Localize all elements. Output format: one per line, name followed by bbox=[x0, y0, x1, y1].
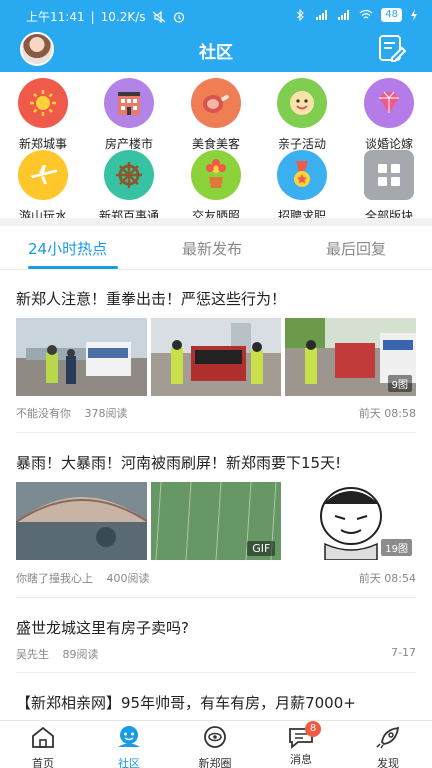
message-count-badge: 8 bbox=[305, 721, 321, 737]
airplane-icon bbox=[18, 150, 68, 200]
message-icon-wrap: 8 bbox=[287, 721, 321, 749]
post-image[interactable]: 19图 bbox=[285, 482, 417, 560]
category-item[interactable]: 新郑百事通 bbox=[86, 150, 172, 224]
tab-last-reply[interactable]: 最后回复 bbox=[326, 238, 386, 259]
post-meta: 不能没有你 378阅读 前天 08:58 bbox=[16, 405, 416, 421]
building-icon bbox=[104, 78, 154, 128]
medal-icon bbox=[277, 150, 327, 200]
tab-hot-24h[interactable]: 24小时热点 bbox=[28, 238, 107, 259]
signal-icon bbox=[316, 10, 328, 20]
tab-indicator bbox=[28, 266, 118, 269]
mute-icon bbox=[152, 10, 165, 23]
nav-label: 消息 bbox=[290, 753, 312, 766]
nav-community[interactable]: 社区 bbox=[99, 725, 159, 768]
status-time: 上午11:41 bbox=[26, 10, 85, 24]
post-time: 前天 08:54 bbox=[358, 572, 416, 585]
nav-label: 发现 bbox=[377, 757, 399, 768]
post-reads: 378阅读 bbox=[84, 407, 128, 420]
signal-2-icon bbox=[338, 10, 350, 20]
post-title[interactable]: 暴雨！大暴雨！河南被雨刷屏！新郑雨要下15天! bbox=[16, 452, 341, 473]
post-divider bbox=[16, 597, 416, 598]
bottom-nav: 首页 社区 新郑圈 8 消息 发现 bbox=[0, 720, 432, 768]
status-bar: 上午11:41 | 10.2K/s 48 bbox=[0, 0, 432, 30]
nav-label: 首页 bbox=[32, 757, 54, 768]
community-icon bbox=[118, 726, 140, 747]
tab-bar: 24小时热点 最新发布 最后回复 bbox=[0, 226, 432, 270]
baby-face-icon bbox=[277, 78, 327, 128]
post-image[interactable]: GIF bbox=[150, 482, 282, 560]
post-reads: 400阅读 bbox=[106, 572, 150, 585]
category-item[interactable]: 亲子活动 bbox=[259, 78, 345, 152]
category-item[interactable]: 美食美客 bbox=[173, 78, 259, 152]
post-title[interactable]: 新郑人注意！重拳出击！严惩这些行为！ bbox=[16, 288, 286, 309]
sun-icon bbox=[18, 78, 68, 128]
category-item[interactable]: 交友晒照 bbox=[173, 150, 259, 224]
charging-icon bbox=[411, 9, 417, 21]
post-thumbnails[interactable]: GIF 19图 bbox=[16, 482, 417, 560]
nav-label: 新郑圈 bbox=[198, 757, 232, 768]
flower-pot-icon bbox=[191, 150, 241, 200]
post-divider bbox=[16, 432, 416, 433]
header: 社区 bbox=[0, 28, 432, 72]
ship-wheel-icon bbox=[104, 150, 154, 200]
compose-icon[interactable] bbox=[378, 34, 406, 64]
nav-discover[interactable]: 发现 bbox=[358, 725, 418, 768]
circle-icon bbox=[204, 726, 226, 748]
category-item[interactable]: 房产楼市 bbox=[86, 78, 172, 152]
post-divider bbox=[16, 672, 416, 673]
alarm-icon bbox=[173, 11, 184, 23]
post-author: 不能没有你 bbox=[16, 407, 71, 420]
category-item[interactable]: 新郑城事 bbox=[0, 78, 86, 152]
category-item[interactable]: 游山玩水 bbox=[0, 150, 86, 224]
post-reads: 89阅读 bbox=[62, 648, 99, 661]
image-count-badge: 9图 bbox=[387, 375, 413, 392]
network-speed: 10.2K/s bbox=[100, 9, 146, 24]
nav-home[interactable]: 首页 bbox=[13, 725, 73, 768]
post-author: 吴先生 bbox=[16, 648, 49, 661]
post-image[interactable]: 9图 bbox=[285, 318, 417, 396]
wifi-icon bbox=[359, 9, 373, 19]
post-meta: 你瞎了撞我心上 400阅读 前天 08:54 bbox=[16, 570, 416, 586]
post-title[interactable]: 盛世龙城这里有房子卖吗? bbox=[16, 617, 189, 638]
bluetooth-icon bbox=[296, 9, 305, 21]
tab-latest[interactable]: 最新发布 bbox=[182, 238, 242, 259]
post-time: 7-17 bbox=[391, 646, 416, 659]
ham-icon bbox=[191, 78, 241, 128]
post-image[interactable] bbox=[16, 482, 147, 560]
nav-messages[interactable]: 8 消息 bbox=[271, 721, 331, 767]
home-icon bbox=[32, 726, 54, 748]
nav-label: 社区 bbox=[118, 757, 140, 768]
nav-circle[interactable]: 新郑圈 bbox=[185, 725, 245, 768]
diamond-icon bbox=[364, 78, 414, 128]
page-title: 社区 bbox=[199, 43, 233, 63]
category-item[interactable]: 全部版块 bbox=[346, 150, 432, 224]
grid-icon bbox=[364, 150, 414, 200]
battery-level: 48 bbox=[381, 8, 402, 22]
rocket-icon bbox=[376, 726, 400, 749]
post-thumbnails[interactable]: 9图 bbox=[16, 318, 417, 396]
post-time: 前天 08:58 bbox=[358, 407, 416, 420]
category-item[interactable]: 谈婚论嫁 bbox=[346, 78, 432, 152]
post-image[interactable] bbox=[16, 318, 147, 396]
post-meta: 吴先生 89阅读 7-17 bbox=[16, 646, 416, 662]
category-item[interactable]: 招聘求职 bbox=[259, 150, 345, 224]
post-title[interactable]: 【新郑相亲网】95年帅哥，有车有房，月薪7000+ bbox=[16, 692, 416, 713]
section-divider bbox=[0, 218, 432, 226]
gif-badge: GIF bbox=[247, 541, 276, 556]
post-image[interactable] bbox=[150, 318, 282, 396]
image-count-badge: 19图 bbox=[381, 539, 413, 556]
post-author: 你瞎了撞我心上 bbox=[16, 572, 93, 585]
